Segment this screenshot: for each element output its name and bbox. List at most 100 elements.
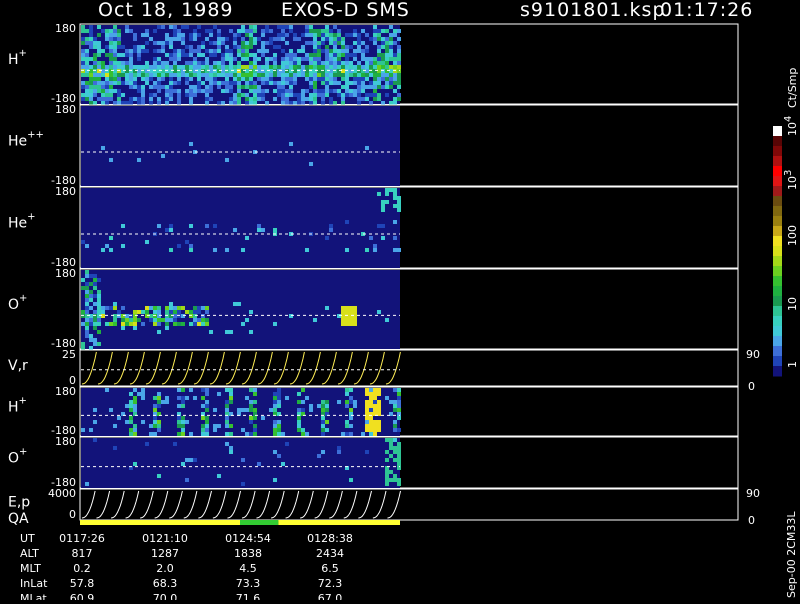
heatmap-cell	[377, 29, 381, 33]
heatmap-cell	[241, 65, 245, 69]
heatmap-cell	[353, 49, 357, 53]
heatmap-cell	[333, 77, 337, 81]
heatmap-cell	[193, 318, 197, 322]
heatmap-cell	[389, 69, 393, 73]
heatmap-cell	[345, 57, 349, 61]
heatmap-cell	[373, 81, 377, 85]
heatmap-cell	[205, 37, 209, 41]
heatmap-cell	[349, 310, 353, 314]
heatmap-cell	[321, 69, 325, 73]
heatmap-cell	[165, 73, 169, 77]
heatmap-cell	[237, 77, 241, 81]
colorbar-swatch	[773, 146, 782, 157]
heatmap-cell	[93, 302, 97, 306]
heatmap-cell	[389, 470, 393, 474]
heatmap-cell	[249, 85, 253, 89]
heatmap-cell	[325, 236, 329, 240]
heatmap-cell	[137, 318, 141, 322]
heatmap-cell	[281, 69, 285, 73]
heatmap-cell	[297, 61, 301, 65]
heatmap-cell	[385, 41, 389, 45]
heatmap-cell	[273, 81, 277, 85]
heatmap-cell	[265, 65, 269, 69]
heatmap-cell	[261, 228, 265, 232]
heatmap-cell	[85, 314, 89, 318]
heatmap-cell	[137, 101, 141, 105]
heatmap-cell	[157, 404, 161, 408]
heatmap-cell	[357, 97, 361, 101]
heatmap-cell	[185, 478, 189, 482]
heatmap-cell	[269, 73, 273, 77]
heatmap-cell	[249, 77, 253, 81]
heatmap-cell	[93, 45, 97, 49]
heatmap-cell	[249, 61, 253, 65]
heatmap-cell	[393, 77, 397, 81]
heatmap-cell	[301, 428, 305, 432]
heatmap-cell	[129, 392, 133, 396]
heatmap-cell	[149, 85, 153, 89]
heatmap-cell	[121, 65, 125, 69]
heatmap-cell	[205, 224, 209, 228]
heatmap-cell	[317, 41, 321, 45]
heatmap-cell	[81, 57, 85, 61]
heatmap-cell	[333, 61, 337, 65]
heatmap-cell	[377, 69, 381, 73]
heatmap-cell	[265, 41, 269, 45]
heatmap-cell	[117, 81, 121, 85]
heatmap-cell	[281, 73, 285, 77]
right-tick-label: 0	[748, 514, 755, 527]
heatmap-cell	[121, 93, 125, 97]
heatmap-cell	[225, 85, 229, 89]
heatmap-cell	[373, 25, 377, 29]
colorbar-swatch	[773, 346, 782, 357]
heatmap-cell	[81, 61, 85, 65]
heatmap-cell	[297, 93, 301, 97]
heatmap-cell	[337, 53, 341, 57]
heatmap-cell	[393, 61, 397, 65]
heatmap-cell	[225, 330, 229, 334]
heatmap-cell	[337, 37, 341, 41]
heatmap-cell	[205, 310, 209, 314]
colorbar-swatch	[773, 256, 782, 267]
heatmap-cell	[141, 310, 145, 314]
heatmap-cell	[161, 73, 165, 77]
heatmap-cell	[93, 438, 97, 442]
heatmap-cell	[89, 306, 93, 310]
tick-label-top: 180	[55, 385, 76, 398]
heatmap-cell	[97, 81, 101, 85]
heatmap-cell	[377, 85, 381, 89]
heatmap-cell	[245, 49, 249, 53]
heatmap-cell	[313, 45, 317, 49]
heatmap-cell	[153, 65, 157, 69]
heatmap-cell	[133, 49, 137, 53]
heatmap-cell	[309, 25, 313, 29]
heatmap-cell	[333, 81, 337, 85]
heatmap-cell	[393, 404, 397, 408]
heatmap-cell	[281, 462, 285, 466]
heatmap-cell	[97, 53, 101, 57]
heatmap-cell	[205, 424, 209, 428]
heatmap-cell	[321, 93, 325, 97]
heatmap-cell	[229, 450, 233, 454]
heatmap-cell	[213, 77, 217, 81]
heatmap-cell	[97, 65, 101, 69]
plot-canvas: Oct 18, 1989 EXOS-D SMS s9101801.ksp 01:…	[8, 0, 799, 604]
heatmap-cell	[385, 69, 389, 73]
heatmap-cell	[393, 450, 397, 454]
heatmap-cell	[397, 454, 401, 458]
heatmap-cell	[385, 37, 389, 41]
heatmap-cell	[97, 310, 101, 314]
panel-label-superscript: +	[19, 48, 27, 59]
heatmap-cell	[209, 81, 213, 85]
heatmap-cell	[169, 77, 173, 81]
heatmap-cell	[157, 81, 161, 85]
heatmap-cell	[349, 478, 353, 482]
heatmap-cell	[157, 77, 161, 81]
heatmap-cell	[153, 396, 157, 400]
heatmap-cell	[325, 85, 329, 89]
heatmap-cell	[85, 53, 89, 57]
ephemeris-value: 57.8	[70, 577, 95, 590]
heatmap-cell	[285, 97, 289, 101]
heatmap-cell	[173, 37, 177, 41]
heatmap-cell	[233, 101, 237, 105]
